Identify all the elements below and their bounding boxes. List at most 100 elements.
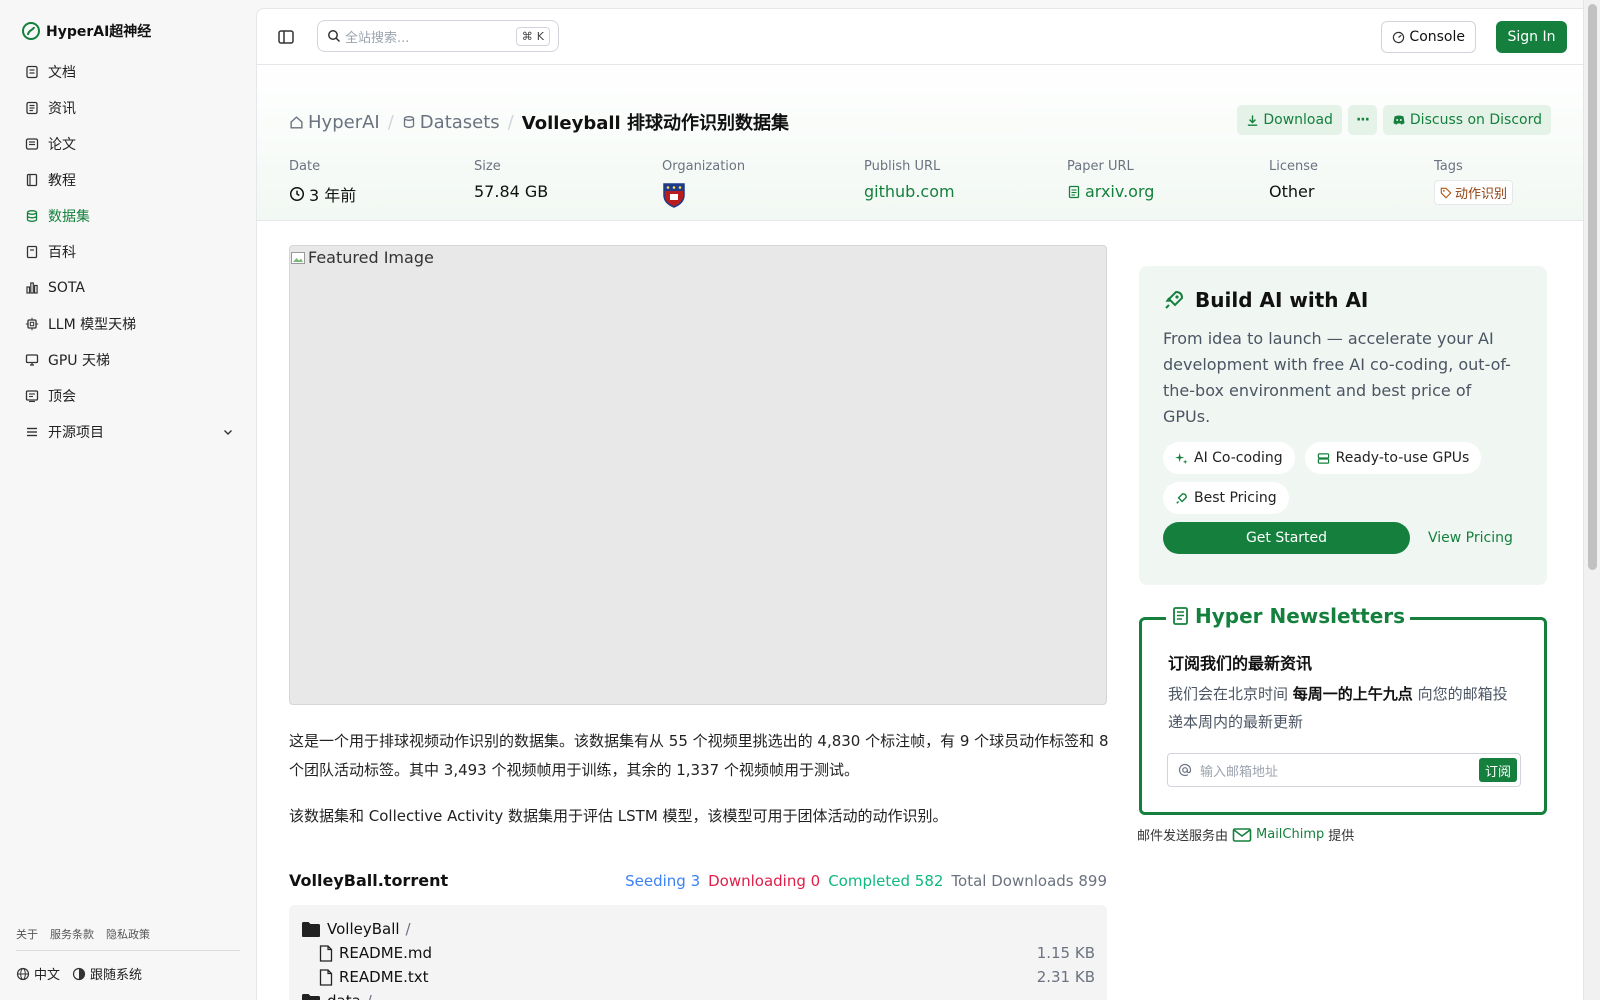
sidebar-item-papers[interactable]: 论文 (14, 126, 244, 162)
command-key-icon: ⌘ (521, 30, 533, 43)
conference-icon (25, 389, 39, 403)
feature-label: Ready-to-use GPUs (1335, 450, 1470, 466)
discord-label: Discuss on Discord (1409, 112, 1542, 128)
file-row[interactable]: README.md 1.15 KB (301, 941, 1095, 965)
email-field[interactable]: 输入邮箱地址 订阅 (1167, 753, 1521, 787)
file-name: data (327, 992, 361, 1000)
privacy-link[interactable]: 隐私政策 (106, 926, 150, 942)
scrollbar-thumb[interactable] (1588, 4, 1597, 570)
home-icon (289, 115, 304, 130)
path-separator: / (405, 920, 411, 938)
torrent-stats: Seeding 3 Downloading 0 Completed 582 To… (625, 872, 1107, 890)
meta-license: License Other (1269, 159, 1318, 201)
doc-icon (25, 65, 39, 79)
broken-image-icon (290, 250, 306, 266)
discord-button[interactable]: Discuss on Discord (1382, 105, 1551, 135)
theme-switcher[interactable]: 跟随系统 (72, 964, 142, 983)
file-size: 1.15 KB (1036, 944, 1095, 962)
breadcrumb-datasets-label: Datasets (419, 111, 500, 133)
organization-logo[interactable] (662, 182, 745, 208)
publish-url-link[interactable]: github.com (864, 182, 955, 201)
topbar: 全站搜索... ⌘ K Console Sign In (257, 9, 1583, 65)
rocket-icon (1175, 492, 1188, 505)
description-paragraph: 该数据集和 Collective Activity 数据集用于评估 LSTM 模… (289, 807, 948, 825)
file-row-folder[interactable]: VolleyBall / (301, 917, 1095, 941)
sidebar-item-open-source[interactable]: 开源项目 (14, 414, 244, 450)
meta-tags: Tags 动作识别 (1434, 159, 1514, 205)
sidebar-item-label: 数据集 (48, 209, 90, 225)
sign-in-button[interactable]: Sign In (1496, 21, 1567, 53)
sidebar-item-news[interactable]: 资讯 (14, 90, 244, 126)
featured-image: Featured Image (289, 245, 1107, 705)
brand[interactable]: HyperAI超神经 (22, 21, 151, 41)
file-row-folder[interactable]: data / (301, 989, 1095, 1000)
dataset-header: HyperAI / Datasets / Volleyball 排球动作识别数据… (257, 65, 1583, 221)
newsletter-icon (1171, 606, 1191, 626)
header-actions: Download ··· Discuss on Discord (1237, 105, 1551, 135)
seeding-count: Seeding 3 (625, 871, 701, 890)
breadcrumb-home[interactable]: HyperAI (289, 112, 380, 133)
featured-image-alt-text: Featured Image (308, 248, 434, 267)
news-icon (25, 101, 39, 115)
book-icon (25, 173, 39, 187)
tag-chip[interactable]: 动作识别 (1434, 180, 1514, 205)
newsletter-box: Hyper Newsletters 订阅我们的最新资讯 我们会在北京时间 每周一… (1139, 604, 1547, 815)
chevron-down-icon[interactable] (222, 426, 234, 438)
paper-url-label: arxiv.org (1085, 182, 1155, 201)
dataset-description: 这是一个用于排球视频动作识别的数据集。该数据集有从 55 个视频里挑选出的 4,… (289, 727, 1109, 831)
console-button[interactable]: Console (1381, 21, 1476, 53)
newsletter-text-part: 我们会在北京时间 (1168, 685, 1293, 703)
file-row[interactable]: README.txt 2.31 KB (301, 965, 1095, 989)
feature-chip: Ready-to-use GPUs (1304, 442, 1482, 474)
divider (16, 950, 240, 951)
search-placeholder: 全站搜索... (345, 30, 410, 46)
sidebar-item-wiki[interactable]: 百科 (14, 234, 244, 270)
meta-date: Date 3 年前 (289, 159, 356, 206)
mailchimp-link[interactable]: MailChimp (1256, 827, 1324, 842)
sidebar-item-conferences[interactable]: 顶会 (14, 378, 244, 414)
path-separator: / (367, 992, 372, 1000)
sidebar-item-tutorials[interactable]: 教程 (14, 162, 244, 198)
promo-text: From idea to launch — accelerate your AI… (1163, 329, 1511, 426)
monitor-icon (25, 353, 39, 367)
sidebar-item-gpu-leaderboard[interactable]: GPU 天梯 (14, 342, 244, 378)
sidebar-item-docs[interactable]: 文档 (14, 54, 244, 90)
paper-url-link[interactable]: arxiv.org (1067, 182, 1154, 201)
tag-label: 动作识别 (1455, 187, 1508, 202)
more-icon: ··· (1355, 112, 1370, 128)
promo-actions: Get Started View Pricing (1163, 522, 1523, 554)
sidebar-item-label: SOTA (48, 280, 85, 296)
breadcrumb-datasets[interactable]: Datasets (402, 112, 500, 133)
more-options-button[interactable]: ··· (1347, 105, 1377, 135)
rocket-icon (1163, 289, 1185, 311)
tag-icon (1440, 187, 1452, 199)
get-started-button[interactable]: Get Started (1163, 522, 1410, 554)
sidebar-item-label: GPU 天梯 (48, 353, 110, 369)
view-pricing-link[interactable]: View Pricing (1428, 530, 1513, 546)
download-button[interactable]: Download (1237, 105, 1342, 135)
sidebar-toggle-icon[interactable] (277, 28, 295, 46)
sidebar-item-datasets[interactable]: 数据集 (14, 198, 244, 234)
database-icon (402, 115, 416, 129)
subscribe-button[interactable]: 订阅 (1478, 758, 1517, 782)
search-input[interactable]: 全站搜索... ⌘ K (317, 20, 559, 52)
shortcut-key: K (536, 30, 544, 43)
meta-date-value-row: 3 年前 (289, 182, 356, 206)
theme-label: 跟随系统 (90, 968, 143, 983)
main-panel: 全站搜索... ⌘ K Console Sign In HyperAI / Da… (256, 8, 1583, 1000)
terms-link[interactable]: 服务条款 (50, 926, 94, 942)
search-icon (327, 29, 341, 43)
newsletter-title-row: Hyper Newsletters (1166, 604, 1411, 628)
sidebar-item-sota[interactable]: SOTA (14, 270, 244, 306)
console-label: Console (1409, 29, 1465, 45)
sidebar-item-label: 百科 (48, 245, 76, 261)
file-name: README.md (339, 944, 433, 962)
file-icon (319, 968, 333, 986)
meta-publish-url: Publish URL github.com (864, 159, 955, 201)
sidebar-item-llm-leaderboard[interactable]: LLM 模型天梯 (14, 306, 244, 342)
scrollbar[interactable] (1583, 0, 1600, 1000)
promo-card: Build AI with AI From idea to launch — a… (1139, 266, 1547, 585)
about-link[interactable]: 关于 (16, 926, 38, 942)
language-switcher[interactable]: 中文 (16, 964, 60, 983)
promo-title: Build AI with AI (1195, 288, 1369, 312)
